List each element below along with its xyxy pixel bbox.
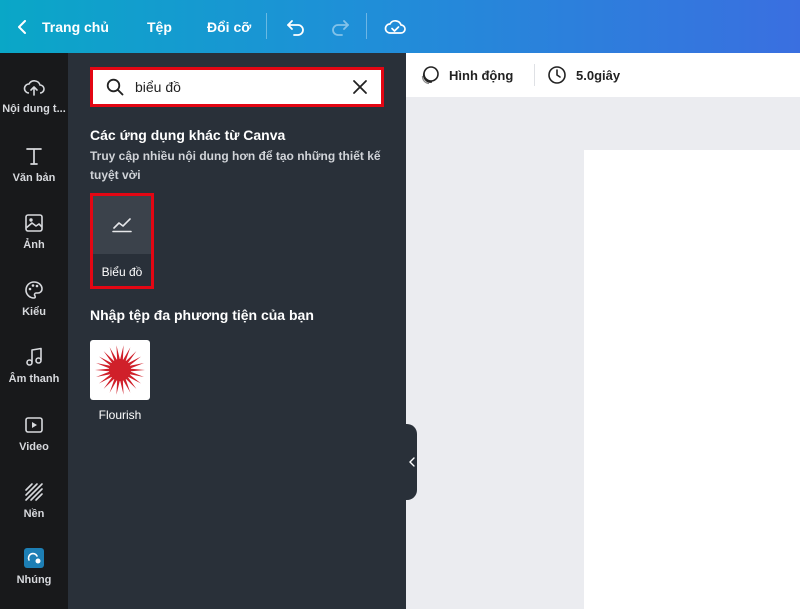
apps-section-subtitle: Truy cập nhiều nội dung hơn để tạo những… [90, 149, 381, 182]
resize-button[interactable]: Đổi cỡ [207, 0, 251, 53]
animation-label: Hình động [449, 67, 514, 83]
left-sidebar: Nội dung t... Văn bản Ảnh Kiểu Âm thanh … [0, 53, 68, 609]
image-icon [25, 214, 43, 232]
charts-app-tile [93, 196, 151, 254]
media-section-title: Nhập tệp đa phương tiện của bạn [90, 307, 314, 323]
side-panel: Các ứng dụng khác từ Canva Truy cập nhiề… [68, 53, 406, 609]
sidebar-item-uploads[interactable]: Nội dung t... [0, 76, 68, 136]
undo-icon [287, 19, 304, 36]
home-button[interactable]: Trang chủ [16, 0, 109, 53]
sidebar-item-label: Video [19, 441, 49, 453]
resize-label: Đổi cỡ [207, 18, 252, 35]
flourish-logo-icon [95, 345, 145, 395]
cloud-check-icon [384, 19, 406, 34]
cloud-upload-icon [23, 80, 45, 96]
charts-app-card[interactable]: Biểu đồ [90, 193, 154, 289]
save-status-button[interactable] [384, 0, 406, 53]
palette-icon [25, 281, 43, 299]
search-input[interactable] [135, 79, 352, 95]
undo-button[interactable] [286, 0, 306, 53]
divider [534, 64, 535, 86]
redo-button[interactable] [330, 0, 350, 53]
divider [266, 13, 267, 39]
music-icon [26, 347, 42, 366]
duration-button[interactable]: 5.0giây [547, 65, 620, 85]
apps-section-title: Các ứng dụng khác từ Canva [90, 127, 286, 143]
sidebar-item-label: Nền [23, 508, 45, 520]
flourish-card[interactable]: Flourish [90, 340, 150, 422]
text-icon [26, 148, 42, 165]
divider [366, 13, 367, 39]
animation-button[interactable]: Hình động [420, 65, 513, 85]
flourish-label: Flourish [98, 408, 142, 422]
top-bar: Trang chủ Tệp Đổi cỡ [0, 0, 800, 53]
file-label: Tệp [147, 18, 172, 35]
sidebar-item-photos[interactable]: Ảnh [0, 212, 68, 272]
animation-icon [421, 66, 439, 85]
embed-icon [24, 548, 44, 568]
panel-collapse-handle[interactable] [406, 424, 417, 500]
search-box [90, 67, 384, 107]
chevron-left-icon [408, 457, 415, 467]
redo-icon [332, 19, 349, 36]
sidebar-item-embed[interactable]: Nhúng [0, 547, 68, 607]
home-label: Trang chủ [42, 18, 109, 35]
charts-app-label: Biểu đồ [101, 265, 143, 279]
background-icon [25, 483, 43, 501]
sidebar-item-label: Âm thanh [8, 373, 60, 385]
sidebar-item-text[interactable]: Văn bản [0, 145, 68, 205]
sidebar-item-label: Kiểu [22, 306, 46, 318]
sidebar-item-video[interactable]: Video [0, 414, 68, 474]
chevron-left-icon [18, 19, 26, 34]
sidebar-item-styles[interactable]: Kiểu [0, 279, 68, 339]
duration-label: 5.0giây [576, 67, 621, 83]
flourish-tile [90, 340, 150, 400]
chart-line-icon [112, 218, 132, 233]
sidebar-item-label: Nhúng [16, 574, 52, 586]
video-icon [25, 417, 43, 433]
sidebar-item-label: Nội dung t... [2, 103, 66, 115]
design-page[interactable] [584, 150, 800, 609]
search-icon [106, 78, 124, 96]
sidebar-item-background[interactable]: Nền [0, 481, 68, 541]
file-menu-button[interactable]: Tệp [147, 0, 172, 53]
sidebar-item-label: Ảnh [23, 239, 45, 251]
sidebar-item-audio[interactable]: Âm thanh [0, 346, 68, 406]
clear-search-icon[interactable] [352, 79, 368, 95]
clock-icon [548, 66, 566, 84]
editor-toolbar: Hình động 5.0giây [406, 53, 800, 97]
sidebar-item-label: Văn bản [12, 172, 56, 184]
